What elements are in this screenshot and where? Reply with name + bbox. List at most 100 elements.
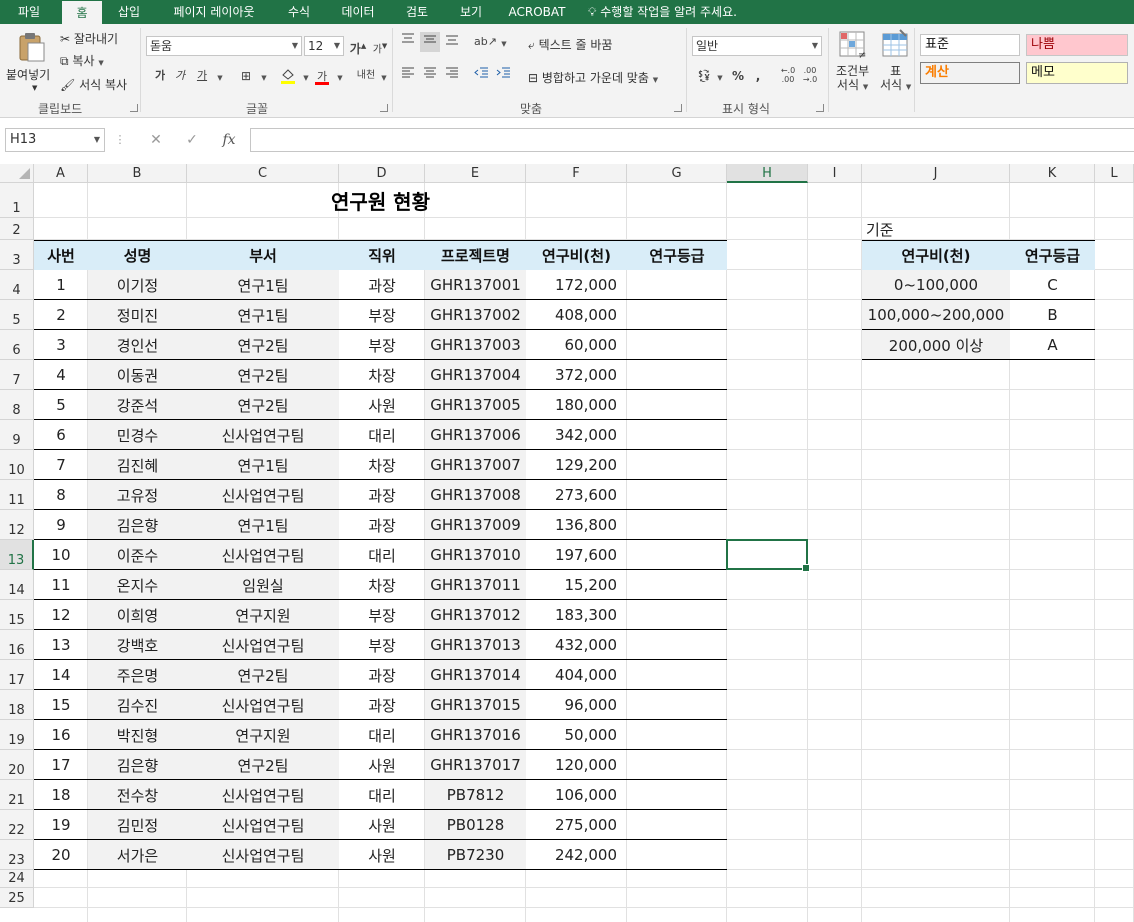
row-header-20[interactable]: 20 (0, 750, 34, 780)
column-header-e[interactable]: E (425, 164, 526, 183)
tab-home[interactable]: 홈 (62, 0, 102, 24)
column-header-k[interactable]: K (1010, 164, 1095, 183)
worksheet-grid[interactable]: ABCDEFGHIJKL 1 2 3 4 5 6 7 8 9 10 11 12 13 14 15 16 17 18… (0, 164, 1134, 922)
table-cell[interactable]: 신사업연구팀 (187, 810, 339, 840)
table-cell[interactable] (627, 720, 727, 750)
tab-page-layout[interactable]: 페이지 레이아웃 (162, 0, 266, 24)
table-cell[interactable]: 17 (34, 750, 88, 780)
name-box[interactable]: H13 ▼ (5, 128, 105, 152)
row-header-12[interactable]: 12 (0, 510, 34, 540)
border-dropdown-icon[interactable]: ▼ (254, 66, 274, 86)
table-cell[interactable]: 신사업연구팀 (187, 840, 339, 870)
row-header-24[interactable]: 24 (0, 870, 34, 888)
orientation-icon[interactable]: ab↗ (474, 32, 497, 52)
table-cell[interactable]: PB7812 (425, 780, 526, 810)
table-cell[interactable] (627, 300, 727, 330)
table-cell[interactable]: 과장 (339, 510, 425, 540)
select-all-corner[interactable] (0, 164, 34, 183)
copy-button[interactable]: ⧉ 복사 ▼ (60, 52, 104, 69)
table-cell[interactable]: 13 (34, 630, 88, 660)
table-cell[interactable]: 민경수 (88, 420, 187, 450)
style-calculation[interactable]: 계산 (920, 62, 1020, 84)
table-cell[interactable]: 197,600 (526, 540, 627, 570)
row-header-25[interactable]: 25 (0, 888, 34, 908)
comma-style-icon[interactable]: , (748, 66, 768, 86)
table-cell[interactable] (627, 420, 727, 450)
format-painter-button[interactable]: 🖌︎ 서식 복사 (60, 76, 127, 93)
table-cell[interactable]: 4 (34, 360, 88, 390)
table-cell[interactable]: 과장 (339, 690, 425, 720)
clipboard-launcher-icon[interactable] (130, 104, 138, 112)
wrap-text-button[interactable]: ⤶ 텍스트 줄 바꿈 (528, 36, 612, 53)
table-cell[interactable] (627, 630, 727, 660)
row-header-7[interactable]: 7 (0, 360, 34, 390)
align-right-icon[interactable] (442, 66, 462, 86)
table-cell[interactable]: 242,000 (526, 840, 627, 870)
column-header-j[interactable]: J (862, 164, 1010, 183)
table-cell[interactable]: 전수창 (88, 780, 187, 810)
table-cell[interactable]: 14 (34, 660, 88, 690)
tab-data[interactable]: 데이터 (332, 0, 384, 24)
table-cell[interactable]: 이동권 (88, 360, 187, 390)
row-header-14[interactable]: 14 (0, 570, 34, 600)
conditional-format-button[interactable]: 조건부 서식 ▼ (836, 64, 869, 94)
table-cell[interactable]: 과장 (339, 480, 425, 510)
tab-review[interactable]: 검토 (396, 0, 438, 24)
table-cell[interactable]: GHR137008 (425, 480, 526, 510)
table-cell[interactable]: 7 (34, 450, 88, 480)
criteria-cell[interactable]: 0~100,000 (862, 270, 1010, 300)
conditional-format-icon[interactable]: ≠ (836, 28, 870, 62)
table-cell[interactable] (627, 330, 727, 360)
paste-dropdown-icon[interactable]: ▼ (32, 84, 37, 92)
phonetic-dropdown-icon[interactable]: ▼ (374, 66, 394, 86)
table-format-icon[interactable] (880, 28, 910, 62)
table-cell[interactable]: 19 (34, 810, 88, 840)
tab-view[interactable]: 보기 (450, 0, 492, 24)
tab-formulas[interactable]: 수식 (278, 0, 320, 24)
table-cell[interactable]: 김민정 (88, 810, 187, 840)
table-cell[interactable]: 106,000 (526, 780, 627, 810)
table-cell[interactable] (627, 390, 727, 420)
table-cell[interactable]: 15 (34, 690, 88, 720)
table-cell[interactable]: 연구2팀 (187, 390, 339, 420)
table-cell[interactable]: 박진형 (88, 720, 187, 750)
font-color-icon[interactable]: 가 (312, 66, 332, 86)
row-header-11[interactable]: 11 (0, 480, 34, 510)
decrease-font-icon[interactable]: 가▼ (370, 36, 390, 56)
table-cell[interactable]: 96,000 (526, 690, 627, 720)
criteria-cell[interactable]: C (1010, 270, 1095, 300)
table-cell[interactable]: 20 (34, 840, 88, 870)
table-cell[interactable]: 사원 (339, 390, 425, 420)
table-cell[interactable]: 3 (34, 330, 88, 360)
table-cell[interactable] (627, 750, 727, 780)
criteria-cell[interactable]: 100,000~200,000 (862, 300, 1010, 330)
table-cell[interactable]: 김은향 (88, 510, 187, 540)
tab-insert[interactable]: 삽입 (108, 0, 150, 24)
align-top-icon[interactable] (398, 32, 418, 52)
active-cell-cursor[interactable] (726, 539, 810, 572)
paste-icon[interactable] (14, 30, 48, 64)
table-cell[interactable]: 120,000 (526, 750, 627, 780)
table-cell[interactable]: 대리 (339, 420, 425, 450)
table-cell[interactable]: GHR137004 (425, 360, 526, 390)
column-header-f[interactable]: F (526, 164, 627, 183)
table-cell[interactable]: 주은명 (88, 660, 187, 690)
row-header-23[interactable]: 23 (0, 840, 34, 870)
table-cell[interactable]: 신사업연구팀 (187, 540, 339, 570)
table-cell[interactable]: 신사업연구팀 (187, 420, 339, 450)
table-cell[interactable]: 10 (34, 540, 88, 570)
table-cell[interactable]: 차장 (339, 450, 425, 480)
column-header-i[interactable]: I (808, 164, 862, 183)
table-cell[interactable]: 이기정 (88, 270, 187, 300)
font-size-combo[interactable]: 12 ▼ (304, 36, 344, 56)
decrease-indent-icon[interactable] (472, 66, 492, 86)
row-header-6[interactable]: 6 (0, 330, 34, 360)
table-cell[interactable]: 김은향 (88, 750, 187, 780)
table-cell[interactable]: 대리 (339, 720, 425, 750)
align-left-icon[interactable] (398, 66, 418, 86)
table-cell[interactable]: GHR137006 (425, 420, 526, 450)
style-normal[interactable]: 표준 (920, 34, 1020, 56)
table-cell[interactable]: GHR137002 (425, 300, 526, 330)
table-cell[interactable]: GHR137003 (425, 330, 526, 360)
column-header-g[interactable]: G (627, 164, 727, 183)
